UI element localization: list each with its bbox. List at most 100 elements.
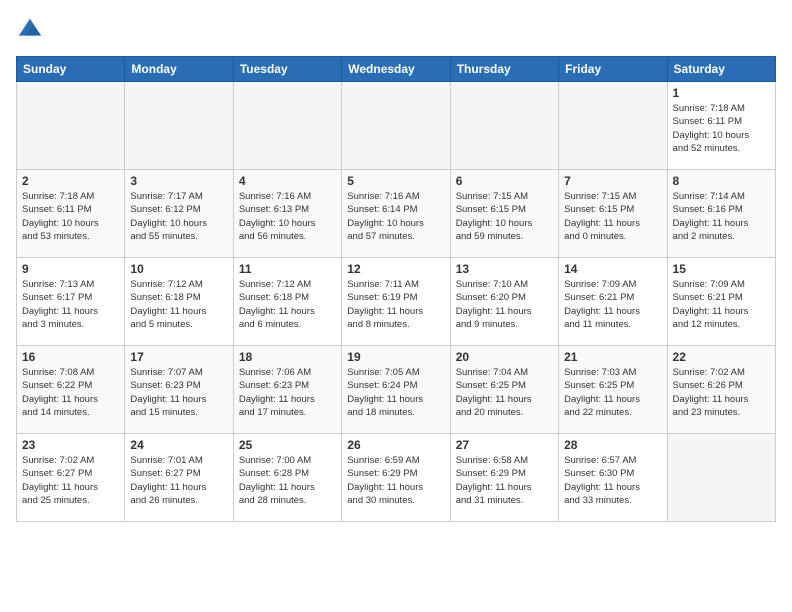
calendar-cell [342,82,450,170]
calendar-cell: 26 Sunrise: 6:59 AM Sunset: 6:29 PM Dayli… [342,434,450,522]
day-info: Sunrise: 7:06 AM Sunset: 6:23 PM Dayligh… [239,366,336,419]
day-info: Sunrise: 7:17 AM Sunset: 6:12 PM Dayligh… [130,190,227,243]
day-number: 22 [673,350,770,364]
day-number: 9 [22,262,119,276]
calendar-week-1: 1 Sunrise: 7:18 AM Sunset: 6:11 PM Daylig… [17,82,776,170]
day-info: Sunrise: 7:14 AM Sunset: 6:16 PM Dayligh… [673,190,770,243]
calendar-cell: 25 Sunrise: 7:00 AM Sunset: 6:28 PM Dayli… [233,434,341,522]
day-info: Sunrise: 7:00 AM Sunset: 6:28 PM Dayligh… [239,454,336,507]
weekday-header-thursday: Thursday [450,57,558,82]
calendar-cell: 5 Sunrise: 7:16 AM Sunset: 6:14 PM Daylig… [342,170,450,258]
day-info: Sunrise: 7:15 AM Sunset: 6:15 PM Dayligh… [456,190,553,243]
calendar-cell: 18 Sunrise: 7:06 AM Sunset: 6:23 PM Dayli… [233,346,341,434]
calendar-cell [667,434,775,522]
calendar-header: SundayMondayTuesdayWednesdayThursdayFrid… [17,57,776,82]
day-number: 18 [239,350,336,364]
day-info: Sunrise: 7:01 AM Sunset: 6:27 PM Dayligh… [130,454,227,507]
day-info: Sunrise: 7:03 AM Sunset: 6:25 PM Dayligh… [564,366,661,419]
calendar-cell: 6 Sunrise: 7:15 AM Sunset: 6:15 PM Daylig… [450,170,558,258]
day-number: 26 [347,438,444,452]
calendar-week-4: 16 Sunrise: 7:08 AM Sunset: 6:22 PM Dayli… [17,346,776,434]
logo [16,16,48,44]
calendar-cell: 3 Sunrise: 7:17 AM Sunset: 6:12 PM Daylig… [125,170,233,258]
day-number: 2 [22,174,119,188]
day-info: Sunrise: 7:04 AM Sunset: 6:25 PM Dayligh… [456,366,553,419]
calendar-cell: 28 Sunrise: 6:57 AM Sunset: 6:30 PM Dayli… [559,434,667,522]
calendar-cell: 23Sunrise: 7:02 AM Sunset: 6:27 PM Dayli… [17,434,125,522]
weekday-header-tuesday: Tuesday [233,57,341,82]
calendar-cell: 11Sunrise: 7:12 AM Sunset: 6:18 PM Dayli… [233,258,341,346]
calendar-cell: 19 Sunrise: 7:05 AM Sunset: 6:24 PM Dayli… [342,346,450,434]
day-info: Sunrise: 7:07 AM Sunset: 6:23 PM Dayligh… [130,366,227,419]
day-number: 25 [239,438,336,452]
day-info: Sunrise: 7:16 AM Sunset: 6:14 PM Dayligh… [347,190,444,243]
calendar-cell: 20Sunrise: 7:04 AM Sunset: 6:25 PM Dayli… [450,346,558,434]
day-number: 28 [564,438,661,452]
weekday-header-wednesday: Wednesday [342,57,450,82]
calendar-cell: 10 Sunrise: 7:12 AM Sunset: 6:18 PM Dayli… [125,258,233,346]
day-info: Sunrise: 7:18 AM Sunset: 6:11 PM Dayligh… [22,190,119,243]
day-info: Sunrise: 7:09 AM Sunset: 6:21 PM Dayligh… [673,278,770,331]
calendar-cell [233,82,341,170]
day-info: Sunrise: 7:18 AM Sunset: 6:11 PM Dayligh… [673,102,770,155]
day-number: 7 [564,174,661,188]
day-number: 14 [564,262,661,276]
calendar-cell: 9 Sunrise: 7:13 AM Sunset: 6:17 PM Daylig… [17,258,125,346]
weekday-header-friday: Friday [559,57,667,82]
day-number: 8 [673,174,770,188]
calendar-cell: 2 Sunrise: 7:18 AM Sunset: 6:11 PM Daylig… [17,170,125,258]
calendar-cell [125,82,233,170]
calendar-cell: 4 Sunrise: 7:16 AM Sunset: 6:13 PM Daylig… [233,170,341,258]
day-info: Sunrise: 7:12 AM Sunset: 6:18 PM Dayligh… [130,278,227,331]
calendar-cell: 24 Sunrise: 7:01 AM Sunset: 6:27 PM Dayli… [125,434,233,522]
day-number: 6 [456,174,553,188]
day-info: Sunrise: 7:02 AM Sunset: 6:26 PM Dayligh… [673,366,770,419]
calendar-cell: 1 Sunrise: 7:18 AM Sunset: 6:11 PM Daylig… [667,82,775,170]
day-info: Sunrise: 6:57 AM Sunset: 6:30 PM Dayligh… [564,454,661,507]
calendar-week-5: 23Sunrise: 7:02 AM Sunset: 6:27 PM Dayli… [17,434,776,522]
calendar-cell [17,82,125,170]
day-number: 3 [130,174,227,188]
day-number: 5 [347,174,444,188]
day-info: Sunrise: 7:02 AM Sunset: 6:27 PM Dayligh… [22,454,119,507]
day-info: Sunrise: 7:11 AM Sunset: 6:19 PM Dayligh… [347,278,444,331]
day-info: Sunrise: 7:08 AM Sunset: 6:22 PM Dayligh… [22,366,119,419]
day-info: Sunrise: 7:13 AM Sunset: 6:17 PM Dayligh… [22,278,119,331]
day-number: 16 [22,350,119,364]
day-info: Sunrise: 7:10 AM Sunset: 6:20 PM Dayligh… [456,278,553,331]
calendar-cell: 16 Sunrise: 7:08 AM Sunset: 6:22 PM Dayli… [17,346,125,434]
day-info: Sunrise: 6:58 AM Sunset: 6:29 PM Dayligh… [456,454,553,507]
calendar-table: SundayMondayTuesdayWednesdayThursdayFrid… [16,56,776,522]
day-number: 24 [130,438,227,452]
day-number: 11 [239,262,336,276]
weekday-header-saturday: Saturday [667,57,775,82]
day-number: 1 [673,86,770,100]
calendar-cell: 22 Sunrise: 7:02 AM Sunset: 6:26 PM Dayli… [667,346,775,434]
day-info: Sunrise: 7:16 AM Sunset: 6:13 PM Dayligh… [239,190,336,243]
calendar-week-3: 9 Sunrise: 7:13 AM Sunset: 6:17 PM Daylig… [17,258,776,346]
calendar-cell: 27 Sunrise: 6:58 AM Sunset: 6:29 PM Dayli… [450,434,558,522]
calendar-body: 1 Sunrise: 7:18 AM Sunset: 6:11 PM Daylig… [17,82,776,522]
calendar-cell [559,82,667,170]
page-header [16,16,776,44]
calendar-cell: 12 Sunrise: 7:11 AM Sunset: 6:19 PM Dayli… [342,258,450,346]
weekday-header-row: SundayMondayTuesdayWednesdayThursdayFrid… [17,57,776,82]
day-number: 10 [130,262,227,276]
calendar-cell: 21Sunrise: 7:03 AM Sunset: 6:25 PM Dayli… [559,346,667,434]
calendar-cell [450,82,558,170]
weekday-header-sunday: Sunday [17,57,125,82]
day-number: 15 [673,262,770,276]
day-number: 13 [456,262,553,276]
day-number: 19 [347,350,444,364]
day-info: Sunrise: 7:09 AM Sunset: 6:21 PM Dayligh… [564,278,661,331]
day-number: 17 [130,350,227,364]
calendar-cell: 15 Sunrise: 7:09 AM Sunset: 6:21 PM Dayli… [667,258,775,346]
calendar-cell: 17 Sunrise: 7:07 AM Sunset: 6:23 PM Dayli… [125,346,233,434]
day-info: Sunrise: 7:05 AM Sunset: 6:24 PM Dayligh… [347,366,444,419]
day-info: Sunrise: 6:59 AM Sunset: 6:29 PM Dayligh… [347,454,444,507]
calendar-week-2: 2 Sunrise: 7:18 AM Sunset: 6:11 PM Daylig… [17,170,776,258]
day-info: Sunrise: 7:15 AM Sunset: 6:15 PM Dayligh… [564,190,661,243]
day-number: 4 [239,174,336,188]
day-number: 27 [456,438,553,452]
day-number: 12 [347,262,444,276]
